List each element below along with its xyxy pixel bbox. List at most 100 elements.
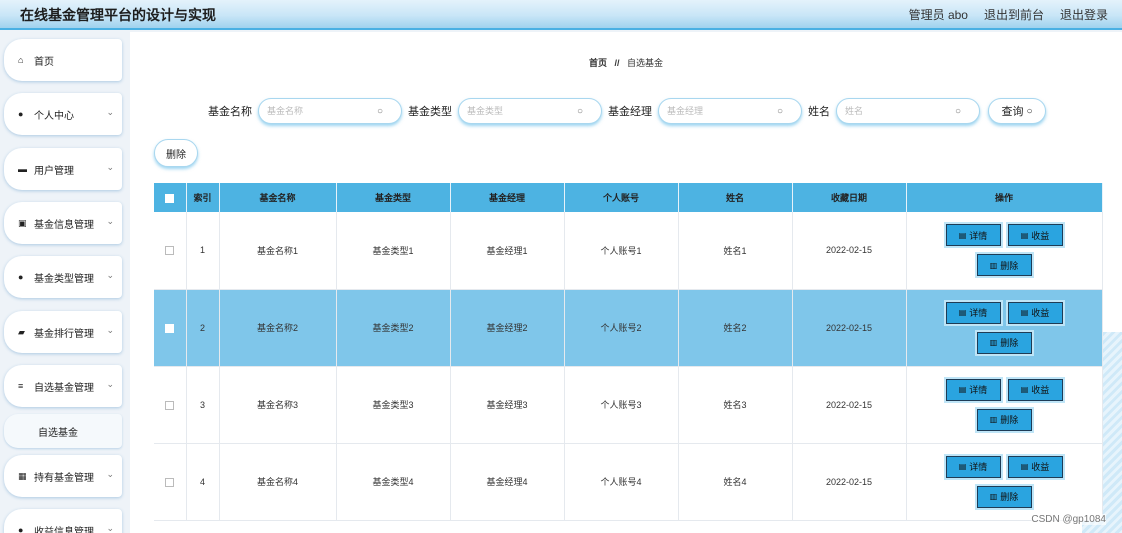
breadcrumb-home[interactable]: 首页	[589, 58, 607, 68]
row-checkbox[interactable]	[165, 246, 175, 256]
detail-button-label: 详情	[969, 385, 988, 395]
delete-button-label: 删除	[1000, 492, 1019, 502]
column-header: 基金名称	[219, 183, 337, 212]
header-actions: 管理员 abo 退出到前台 退出登录	[909, 6, 1108, 23]
fund-manager-cell: 基金经理4	[450, 443, 565, 521]
document-icon: ▤	[958, 462, 967, 471]
fund-name-input[interactable]	[267, 106, 377, 116]
fund-type-input[interactable]	[467, 106, 577, 116]
index-cell: 1	[186, 212, 220, 290]
row-checkbox-cell[interactable]	[154, 443, 187, 521]
submenu-item-watchlist[interactable]: 自选基金	[4, 414, 122, 448]
name-search[interactable]: ○	[836, 98, 980, 124]
column-header: 姓名	[678, 183, 793, 212]
column-header: 索引	[186, 183, 220, 212]
sidebar: ⌂ 首页 ● 个人中心 ⌄ ▬ 用户管理 ⌄ ▣ 基金信息管理 ⌄ ● 基金类型…	[0, 32, 128, 533]
name-label: 姓名	[808, 106, 830, 118]
fund-manager-label: 基金经理	[608, 106, 652, 118]
sidebar-item-fund-ranking[interactable]: ▰ 基金排行管理 ⌄	[4, 311, 122, 353]
delete-button[interactable]: ▥ 删除	[976, 331, 1032, 354]
main-content: 首页 // 自选基金 基金名称 ○ 基金类型 ○ 基金经理 ○ 姓名 ○ 查询 …	[130, 32, 1122, 533]
actions-cell: ▤ 详情 ▤ 收益 ▥ 删除	[906, 212, 1103, 290]
account-cell: 个人账号3	[564, 366, 679, 444]
detail-button-label: 详情	[969, 230, 988, 241]
search-icon: ○	[777, 105, 784, 117]
income-button[interactable]: ▤ 收益	[1007, 301, 1063, 324]
sidebar-item-label: 基金信息管理	[34, 219, 94, 231]
document-icon: ▤	[958, 230, 967, 240]
sidebar-item-user-management[interactable]: ▬ 用户管理 ⌄	[4, 148, 122, 190]
detail-button[interactable]: ▤ 详情	[945, 301, 1001, 324]
sidebar-item-label: 自选基金管理	[34, 382, 94, 394]
grid-icon: ▦	[18, 470, 27, 481]
fund-manager-search[interactable]: ○	[658, 98, 802, 124]
index-cell: 2	[186, 289, 220, 367]
fund-type-search[interactable]: ○	[458, 98, 602, 124]
fund-type-cell: 基金类型4	[336, 443, 451, 521]
document-icon: ▤	[958, 385, 967, 394]
income-button[interactable]: ▤ 收益	[1007, 378, 1063, 401]
sidebar-item-income[interactable]: ● 收益信息管理 ⌄	[4, 509, 122, 533]
sidebar-item-home[interactable]: ⌂ 首页	[4, 39, 122, 81]
chevron-down-icon: ⌄	[106, 216, 114, 226]
fund-name-cell: 基金名称2	[219, 289, 337, 367]
table-row[interactable]: 4 基金名称4 基金类型4 基金经理4 个人账号4 姓名4 2022-02-15…	[154, 443, 1103, 521]
row-checkbox[interactable]	[165, 477, 175, 487]
select-all-checkbox[interactable]	[165, 193, 175, 203]
admin-user-label: 管理员 abo	[908, 8, 968, 22]
income-button-label: 收益	[1031, 462, 1050, 472]
income-button[interactable]: ▤ 收益	[1007, 455, 1063, 478]
sidebar-item-watchlist[interactable]: ≡ 自选基金管理 ⌄	[4, 365, 122, 407]
table-row[interactable]: 1 基金名称1 基金类型1 基金经理1 个人账号1 姓名1 2022-02-15…	[154, 212, 1103, 290]
detail-button[interactable]: ▤ 详情	[945, 378, 1001, 401]
detail-button[interactable]: ▤ 详情	[945, 455, 1001, 478]
chevron-down-icon: ⌄	[106, 523, 114, 533]
sidebar-item-label: 收益信息管理	[34, 526, 94, 533]
collect-date-cell: 2022-02-15	[792, 212, 907, 290]
table-row[interactable]: 2 基金名称2 基金类型2 基金经理2 个人账号2 姓名2 2022-02-15…	[154, 289, 1103, 367]
delete-button[interactable]: ▥ 删除	[976, 254, 1032, 277]
fund-name-cell: 基金名称1	[219, 212, 337, 290]
go-to-front-link[interactable]: 退出到前台	[984, 6, 1044, 23]
select-all-cell[interactable]	[154, 183, 187, 212]
search-icon: ○	[377, 105, 384, 117]
table-row[interactable]: 3 基金名称3 基金类型3 基金经理3 个人账号3 姓名3 2022-02-15…	[154, 366, 1103, 444]
chevron-down-icon: ⌄	[106, 379, 114, 389]
ticket-icon: ▰	[18, 326, 25, 337]
chevron-down-icon: ⌄	[106, 270, 114, 280]
table-header-row: 索引 基金名称 基金类型 基金经理 个人账号 姓名 收藏日期 操作	[154, 183, 1103, 212]
submenu-item-label: 自选基金	[38, 427, 78, 439]
sidebar-item-fund-type[interactable]: ● 基金类型管理 ⌄	[4, 256, 122, 298]
breadcrumb-current: 自选基金	[627, 58, 664, 68]
document-icon: ▤	[1020, 230, 1029, 240]
chevron-down-icon: ⌄	[106, 162, 114, 172]
detail-button[interactable]: ▤ 详情	[945, 224, 1001, 247]
name-input[interactable]	[845, 106, 955, 116]
fund-type-label: 基金类型	[408, 106, 452, 118]
row-checkbox[interactable]	[165, 400, 175, 410]
row-checkbox-cell[interactable]	[154, 212, 187, 290]
home-icon: ⌂	[18, 55, 24, 65]
watchlist-table: 索引 基金名称 基金类型 基金经理 个人账号 姓名 收藏日期 操作 1 基金名称…	[154, 183, 1103, 521]
sidebar-item-label: 基金类型管理	[34, 273, 94, 285]
sidebar-item-fund-info[interactable]: ▣ 基金信息管理 ⌄	[4, 202, 122, 244]
sidebar-item-personal-center[interactable]: ● 个人中心 ⌄	[4, 93, 122, 135]
index-cell: 4	[186, 443, 220, 521]
batch-delete-button[interactable]: 删除	[154, 139, 198, 167]
user-card-icon: ▬	[18, 164, 27, 174]
sidebar-item-holdings[interactable]: ▦ 持有基金管理 ⌄	[4, 455, 122, 497]
delete-button[interactable]: ▥ 删除	[976, 485, 1032, 508]
sidebar-item-label: 基金排行管理	[34, 328, 94, 340]
fund-manager-input[interactable]	[667, 106, 777, 116]
document-icon: ▤	[1020, 462, 1029, 471]
search-icon: ○	[577, 105, 584, 117]
query-button[interactable]: 查询 ○	[988, 98, 1046, 124]
row-checkbox[interactable]	[165, 323, 175, 333]
row-checkbox-cell[interactable]	[154, 366, 187, 444]
logout-link[interactable]: 退出登录	[1060, 6, 1108, 23]
row-checkbox-cell[interactable]	[154, 289, 187, 367]
fund-name-search[interactable]: ○	[258, 98, 402, 124]
delete-button[interactable]: ▥ 删除	[976, 408, 1032, 431]
income-button[interactable]: ▤ 收益	[1007, 224, 1063, 247]
delete-button-label: 删除	[1000, 415, 1019, 425]
